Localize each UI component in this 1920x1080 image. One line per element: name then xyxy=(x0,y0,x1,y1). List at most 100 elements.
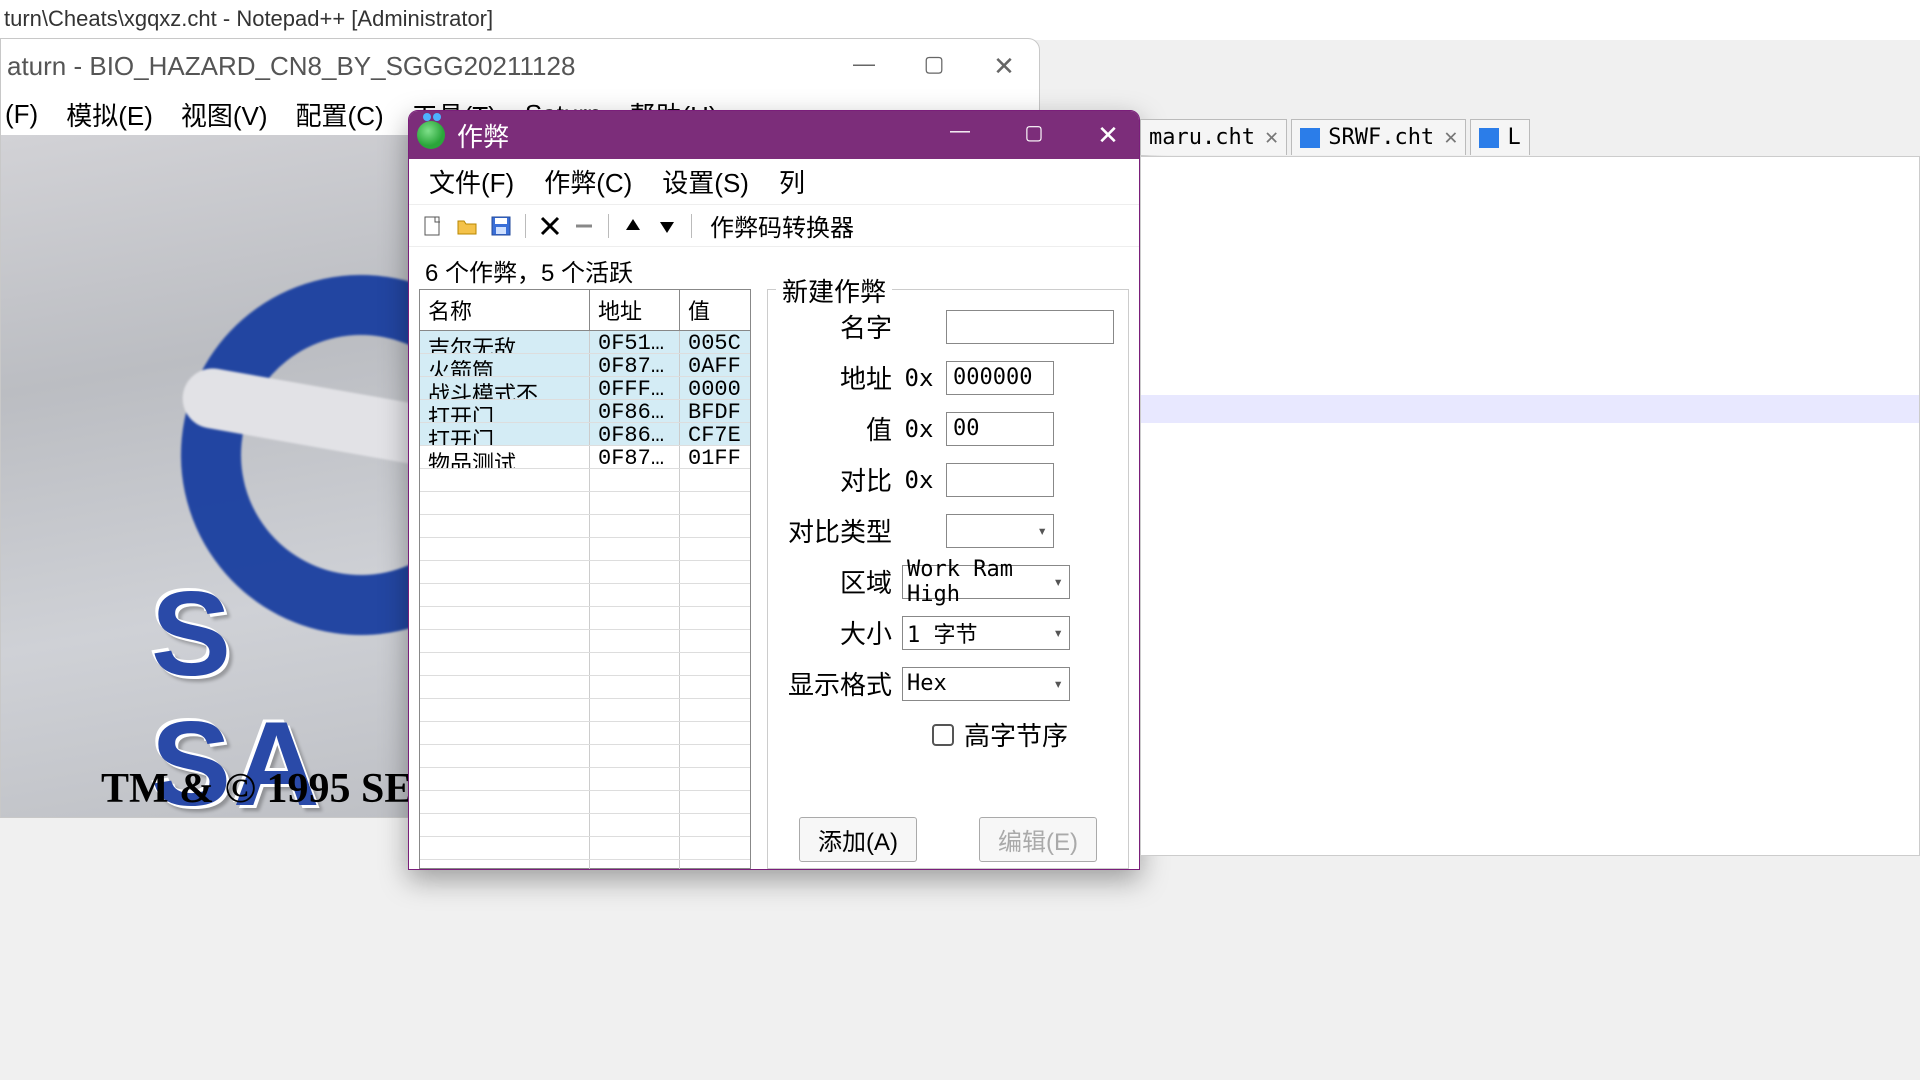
cell-addr: 0F86B6 xyxy=(590,423,680,445)
chevron-down-icon: ▾ xyxy=(1053,674,1063,693)
table-row-empty xyxy=(420,676,750,699)
edit-button[interactable]: 编辑(E) xyxy=(979,817,1097,862)
emu-menu-view[interactable]: 视图(V) xyxy=(181,96,268,133)
emu-menu-config[interactable]: 配置(C) xyxy=(296,96,384,133)
table-row-empty xyxy=(420,791,750,814)
table-row-empty xyxy=(420,561,750,584)
remove-icon[interactable] xyxy=(570,212,598,240)
tab-partial[interactable]: L xyxy=(1470,119,1529,155)
compare-type-select[interactable]: ▾ xyxy=(946,514,1054,548)
col-name[interactable]: 名称 xyxy=(420,290,590,330)
label-region: 区域 xyxy=(782,563,892,600)
open-file-icon[interactable] xyxy=(453,212,481,240)
add-button[interactable]: 添加(A) xyxy=(799,817,917,862)
emulator-title-text: aturn - BIO_HAZARD_CN8_BY_SGGG20211128 xyxy=(7,51,849,82)
tab-srwf[interactable]: SRWF.cht ✕ xyxy=(1291,119,1466,155)
col-addr[interactable]: 地址 xyxy=(590,290,680,330)
cheat-titlebar[interactable]: 作弊 — ▢ ✕ xyxy=(409,111,1139,159)
minimize-button[interactable]: — xyxy=(849,51,879,82)
new-file-icon[interactable] xyxy=(419,212,447,240)
table-row[interactable]: 打开门0F86B6CF7E xyxy=(420,423,750,446)
table-row-empty xyxy=(420,814,750,837)
cheat-menu-cheat[interactable]: 作弊(C) xyxy=(544,163,632,200)
table-row-empty xyxy=(420,492,750,515)
cheat-menu-file[interactable]: 文件(F) xyxy=(429,163,514,200)
table-row-empty xyxy=(420,607,750,630)
value-input[interactable] xyxy=(946,412,1054,446)
table-row-empty xyxy=(420,699,750,722)
form-legend: 新建作弊 xyxy=(776,272,892,309)
file-icon xyxy=(1479,128,1499,148)
hex-prefix: 0x xyxy=(902,415,936,443)
maximize-button[interactable]: ▢ xyxy=(919,51,949,82)
notepadpp-title-text: turn\Cheats\xgqxz.cht - Notepad++ [Admin… xyxy=(4,6,493,31)
minimize-button[interactable]: — xyxy=(947,120,973,151)
col-value[interactable]: 值 xyxy=(680,290,750,330)
table-row[interactable]: 打开门0F86B4BFDF xyxy=(420,400,750,423)
notepadpp-tabs: maru.cht ✕ SRWF.cht ✕ L xyxy=(1140,118,1530,156)
cell-value: 005C xyxy=(680,331,750,353)
file-icon xyxy=(1300,128,1320,148)
display-format-select[interactable]: Hex▾ xyxy=(902,667,1070,701)
maximize-button[interactable]: ▢ xyxy=(1021,120,1047,151)
move-down-icon[interactable] xyxy=(653,212,681,240)
tab-label: maru.cht xyxy=(1149,125,1255,150)
table-row-empty xyxy=(420,469,750,492)
cell-value: 0AFF xyxy=(680,354,750,376)
cheat-table-header: 名称 地址 值 xyxy=(420,290,750,331)
region-select[interactable]: Work Ram High▾ xyxy=(902,565,1070,599)
cheat-status-text: 6 个作弊，5 个活跃 xyxy=(409,247,1139,294)
table-row-empty xyxy=(420,745,750,768)
cell-name: 火箭筒 xyxy=(420,354,590,376)
notepadpp-editor[interactable] xyxy=(1140,156,1920,856)
chevron-down-icon: ▾ xyxy=(1037,521,1047,540)
cheat-converter-button[interactable]: 作弊码转换器 xyxy=(710,208,854,243)
table-row-empty xyxy=(420,860,750,870)
cell-value: BFDF xyxy=(680,400,750,422)
hex-prefix: 0x xyxy=(902,466,936,494)
table-row-empty xyxy=(420,837,750,860)
tab-maru[interactable]: maru.cht ✕ xyxy=(1140,119,1287,155)
address-input[interactable] xyxy=(946,361,1054,395)
table-row-empty xyxy=(420,768,750,791)
emu-menu-file[interactable]: (F) xyxy=(5,99,38,130)
table-row[interactable]: 物品测试0F878601FF xyxy=(420,446,750,469)
move-up-icon[interactable] xyxy=(619,212,647,240)
cell-name: 战斗模式不计时 xyxy=(420,377,590,399)
trademark-text: TM & © 1995 SE xyxy=(101,765,412,813)
cheat-menu-settings[interactable]: 设置(S) xyxy=(662,163,749,200)
table-row-empty xyxy=(420,538,750,561)
label-addr: 地址 xyxy=(782,359,892,396)
cell-name: 打开门 xyxy=(420,423,590,445)
cell-value: CF7E xyxy=(680,423,750,445)
table-row-empty xyxy=(420,630,750,653)
checkbox-icon xyxy=(932,724,954,746)
emu-menu-emulate[interactable]: 模拟(E) xyxy=(66,96,153,133)
table-row[interactable]: 吉尔无敌0F51AC005C xyxy=(420,331,750,354)
cheat-toolbar: 作弊码转换器 xyxy=(409,205,1139,247)
cheat-menu-columns[interactable]: 列 xyxy=(779,163,805,200)
cheat-table[interactable]: 名称 地址 值 吉尔无敌0F51AC005C火箭筒0F87840AFF战斗模式不… xyxy=(419,289,751,869)
toolbar-separator xyxy=(691,214,692,238)
cell-addr: 0F8784 xyxy=(590,354,680,376)
tab-label: SRWF.cht xyxy=(1328,125,1434,150)
close-button[interactable]: ✕ xyxy=(989,51,1019,82)
size-select[interactable]: 1 字节▾ xyxy=(902,616,1070,650)
name-input[interactable] xyxy=(946,310,1114,344)
delete-icon[interactable] xyxy=(536,212,564,240)
emulator-window-controls: — ▢ ✕ xyxy=(849,51,1019,82)
label-name: 名字 xyxy=(782,308,892,345)
close-button[interactable]: ✕ xyxy=(1095,120,1121,151)
emulator-titlebar[interactable]: aturn - BIO_HAZARD_CN8_BY_SGGG20211128 —… xyxy=(1,39,1039,93)
compare-input[interactable] xyxy=(946,463,1054,497)
table-row[interactable]: 战斗模式不计时0FFFA20000 xyxy=(420,377,750,400)
tab-close-icon[interactable]: ✕ xyxy=(1444,125,1457,150)
cheat-window-controls: — ▢ ✕ xyxy=(947,120,1121,151)
cell-name: 打开门 xyxy=(420,400,590,422)
tab-close-icon[interactable]: ✕ xyxy=(1265,125,1278,150)
cheat-menubar: 文件(F) 作弊(C) 设置(S) 列 xyxy=(409,159,1139,205)
endian-checkbox[interactable]: 高字节序 xyxy=(932,716,1114,753)
table-row-empty xyxy=(420,722,750,745)
save-file-icon[interactable] xyxy=(487,212,515,240)
table-row[interactable]: 火箭筒0F87840AFF xyxy=(420,354,750,377)
